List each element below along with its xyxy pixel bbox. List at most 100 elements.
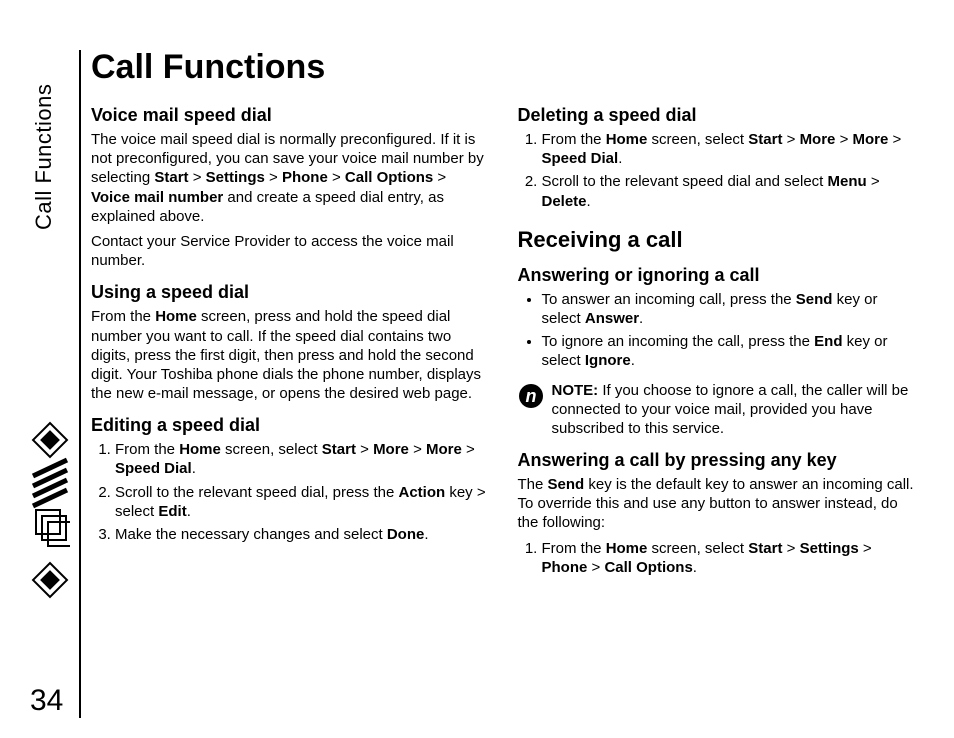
note-text: NOTE: If you choose to ignore a call, th… [552,381,915,439]
text: From the [542,131,606,148]
bold-settings: Settings [206,169,265,186]
anykey-steps: From the Home screen, select Start > Set… [518,539,915,577]
text: From the [542,540,606,557]
bold-send: Send [548,476,585,493]
bold-action: Action [399,484,446,501]
bold-phone: Phone [542,559,588,576]
bold-home: Home [155,308,197,325]
text: > [782,131,799,148]
text: > [328,169,345,186]
list-item: To ignore an incoming the call, press th… [542,332,915,370]
text: Scroll to the relevant speed dial, press… [115,484,399,501]
column-right: Deleting a speed dial From the Home scre… [518,105,915,583]
text: > [859,540,872,557]
heading-receiving-a-call: Receiving a call [518,227,915,253]
editing-steps: From the Home screen, select Start > Mor… [91,440,488,544]
content-area: Call Functions Voice mail speed dial The… [91,48,914,583]
text: screen, select [221,441,322,458]
bold-speed-dial: Speed Dial [542,150,619,167]
page-number: 34 [30,684,63,718]
note-icon: n [518,383,544,409]
text: > [189,169,206,186]
bold-more: More [800,131,836,148]
text: From the [91,308,155,325]
list-item: From the Home screen, select Start > Mor… [115,440,488,478]
text: screen, select [647,131,748,148]
bold-speed-dial: Speed Dial [115,460,192,477]
text: . [639,310,643,327]
bold-done: Done [387,526,425,543]
bold-menu: Menu [828,173,867,190]
text: screen, select [647,540,748,557]
bold-note-label: NOTE: [552,382,599,399]
text: If you choose to ignore a call, the call… [552,382,909,437]
svg-text:n: n [525,386,536,406]
text: > [867,173,880,190]
heading-deleting-speed-dial: Deleting a speed dial [518,105,915,126]
list-item: From the Home screen, select Start > Set… [542,539,915,577]
column-left: Voice mail speed dial The voice mail spe… [91,105,488,583]
bold-answer: Answer [585,310,639,327]
bold-more: More [853,131,889,148]
text: . [587,193,591,210]
heading-answering-or-ignoring: Answering or ignoring a call [518,265,915,286]
vertical-rule [79,50,81,718]
bold-home: Home [606,540,648,557]
bold-home: Home [606,131,648,148]
text: . [631,352,635,369]
bold-start: Start [748,540,782,557]
bold-start: Start [154,169,188,186]
text: To answer an incoming call, press the [542,291,796,308]
voice-mail-paragraph-1: The voice mail speed dial is normally pr… [91,130,488,226]
bold-edit: Edit [158,503,186,520]
bold-start: Start [322,441,356,458]
text: . [618,150,622,167]
text: . [424,526,428,543]
bold-ignore: Ignore [585,352,631,369]
using-speed-dial-paragraph: From the Home screen, press and hold the… [91,307,488,403]
text: . [693,559,697,576]
bold-settings: Settings [800,540,859,557]
heading-editing-speed-dial: Editing a speed dial [91,415,488,436]
list-item: To answer an incoming call, press the Se… [542,290,915,328]
bold-send: Send [796,291,833,308]
bold-home: Home [179,441,221,458]
text: From the [115,441,179,458]
heading-voice-mail-speed-dial: Voice mail speed dial [91,105,488,126]
bold-call-options: Call Options [604,559,692,576]
heading-using-speed-dial: Using a speed dial [91,282,488,303]
list-item: From the Home screen, select Start > Mor… [542,130,915,168]
bold-delete: Delete [542,193,587,210]
text: To ignore an incoming the call, press th… [542,333,815,350]
text: . [192,460,196,477]
text: Make the necessary changes and select [115,526,387,543]
deleting-steps: From the Home screen, select Start > Mor… [518,130,915,211]
bold-start: Start [748,131,782,148]
text: > [433,169,446,186]
anykey-paragraph: The Send key is the default key to answe… [518,475,915,533]
page: Call Functions 34 [0,0,954,738]
answering-bullets: To answer an incoming call, press the Se… [518,290,915,371]
side-decoration [30,420,70,625]
text: > [888,131,901,148]
bold-phone: Phone [282,169,328,186]
bold-end: End [814,333,842,350]
text: > [356,441,373,458]
bold-call-options: Call Options [345,169,433,186]
text: > [265,169,282,186]
text: Scroll to the relevant speed dial and se… [542,173,828,190]
list-item: Make the necessary changes and select Do… [115,525,488,544]
text: The [518,476,548,493]
text: > [782,540,799,557]
side-chapter-label: Call Functions [30,50,58,230]
voice-mail-paragraph-2: Contact your Service Provider to access … [91,232,488,270]
list-item: Scroll to the relevant speed dial, press… [115,483,488,521]
chapter-title: Call Functions [91,48,914,87]
text: > [462,441,475,458]
bold-voice-mail-number: Voice mail number [91,189,223,206]
list-item: Scroll to the relevant speed dial and se… [542,172,915,210]
text: > [835,131,852,148]
text: > [587,559,604,576]
text: > [409,441,426,458]
heading-answering-any-key: Answering a call by pressing any key [518,450,915,471]
